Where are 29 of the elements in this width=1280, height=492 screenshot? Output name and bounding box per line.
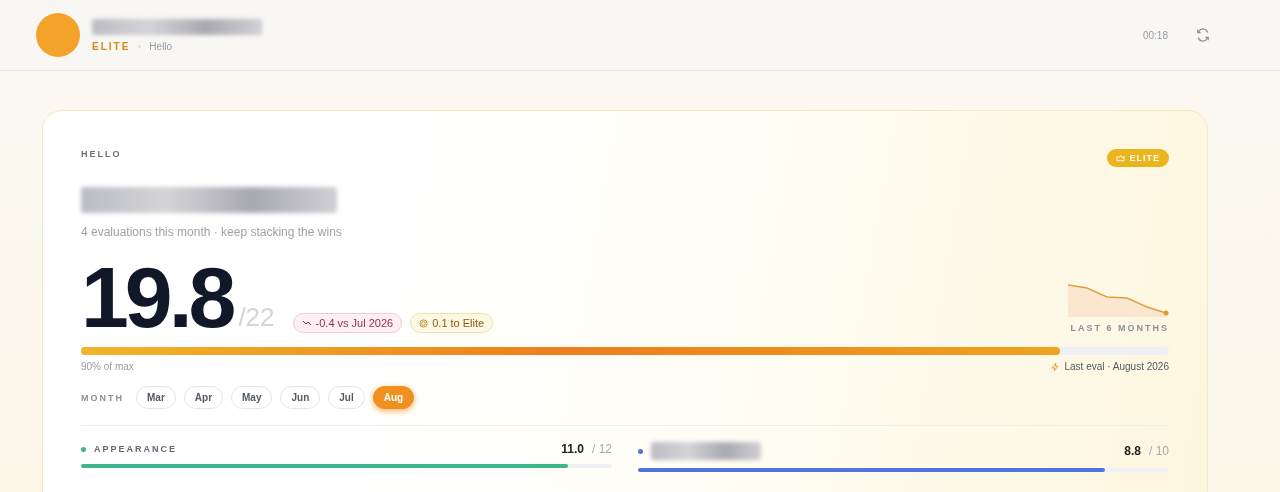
category-name: APPEARANCE (94, 444, 177, 454)
month-label: MONTH (81, 392, 124, 403)
lightning-icon (1050, 361, 1061, 372)
category-score: 11.0 (561, 442, 584, 456)
trend-down-icon (301, 319, 312, 327)
category-score: 8.8 (1124, 444, 1141, 458)
refresh-icon[interactable] (1196, 28, 1210, 42)
greeting: Hello (149, 40, 173, 52)
category-max: / 10 (1149, 444, 1169, 458)
timer: 00:18 (1142, 29, 1168, 41)
sparkline-caption: LAST 6 MONTHS (1070, 323, 1169, 333)
month-pill[interactable]: Jul (328, 386, 365, 409)
target-chip: 0.1 to Elite (410, 313, 494, 333)
last-eval: Last eval · August 2026 (1050, 361, 1169, 372)
target-icon (419, 318, 429, 328)
subtitle: 4 evaluations this month · keep stacking the wins (81, 225, 342, 239)
avatar (36, 13, 80, 57)
tier-badge: ELITE (1107, 149, 1169, 167)
month-pill[interactable]: Mar (136, 386, 176, 409)
month-pill[interactable]: Jun (280, 386, 321, 409)
score: 19.8 (81, 261, 233, 333)
eyebrow: HELLO (81, 149, 123, 159)
crown-icon (1116, 154, 1126, 162)
month-pill[interactable]: Apr (183, 386, 224, 409)
category-max: / 12 (592, 442, 612, 456)
tier-label: ELITE (92, 40, 131, 52)
month-pill[interactable]: May (231, 386, 273, 409)
trend-chip: -0.4 vs Jul 2026 (292, 313, 403, 333)
progress-caption: 90% of max (81, 361, 134, 372)
